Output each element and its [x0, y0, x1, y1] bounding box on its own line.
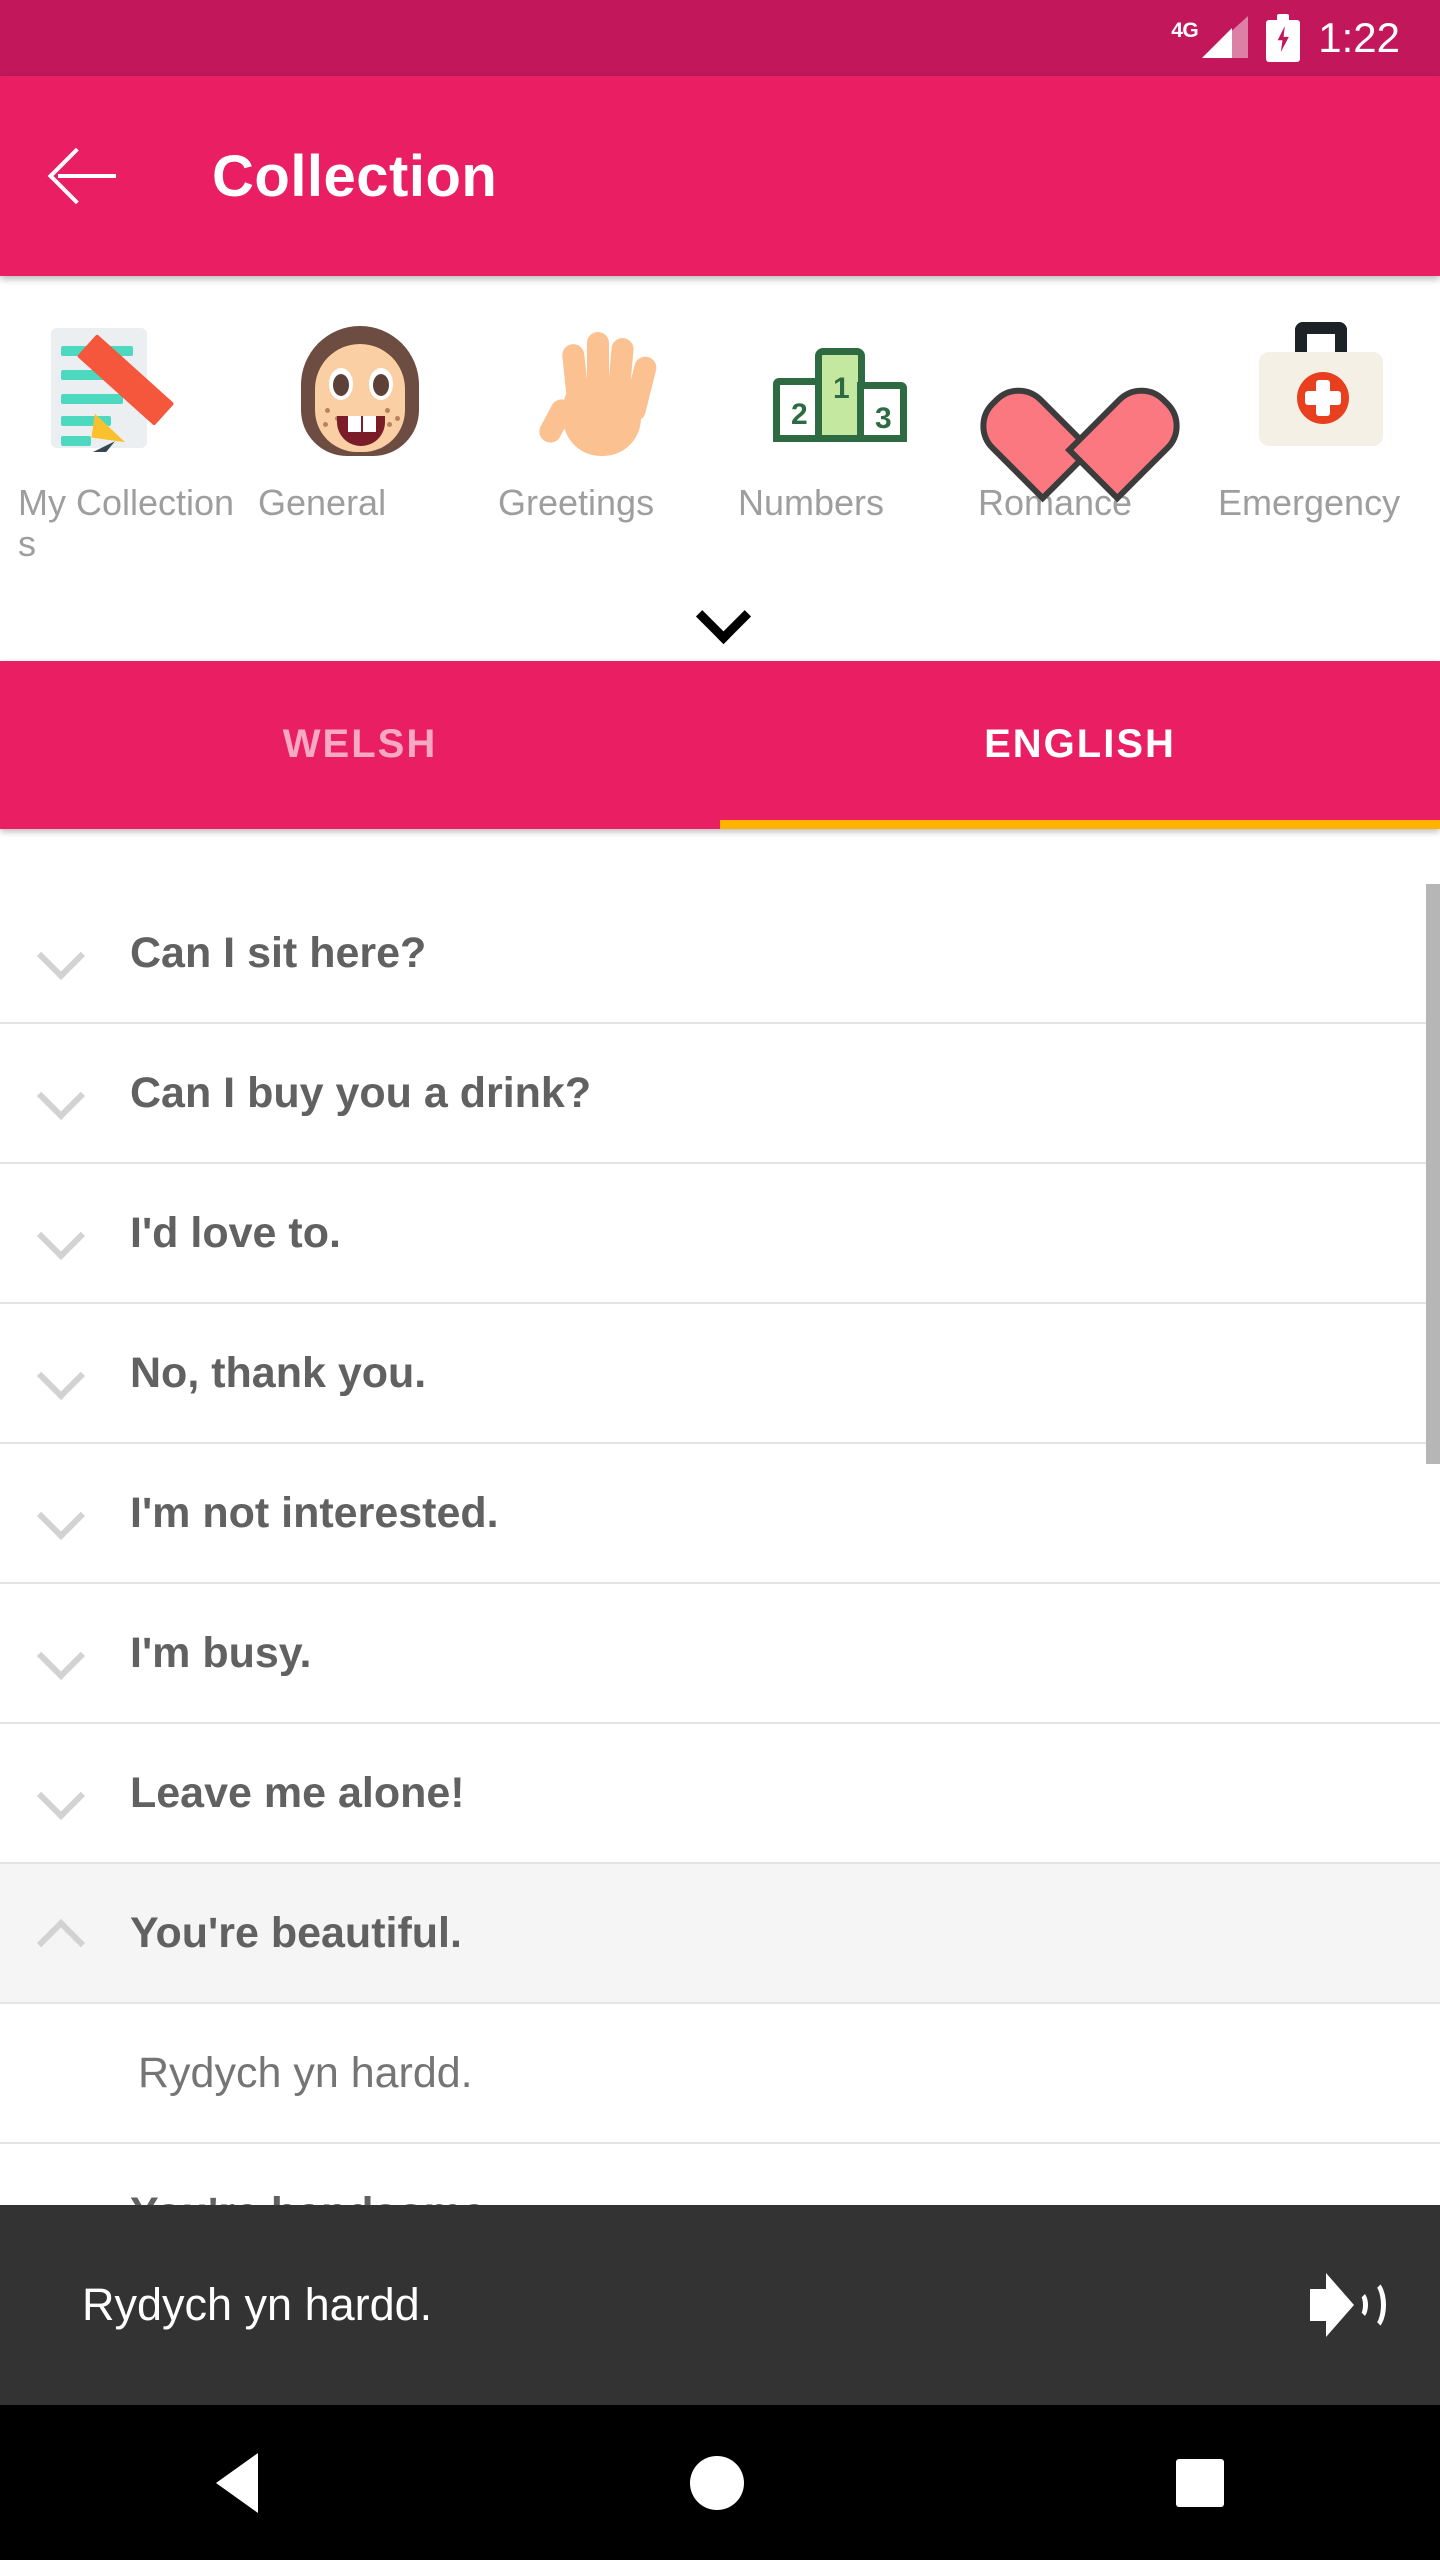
list-item[interactable]: I'm not interested. — [0, 1444, 1440, 1584]
tab-label: WELSH — [282, 722, 438, 767]
phrase-text: You're beautiful. — [130, 1908, 462, 1957]
category-strip: My Collections General Greetings 2 1 3 N… — [0, 276, 1440, 661]
app-bar: Collection — [0, 76, 1440, 276]
chevron-down-icon[interactable] — [38, 1070, 84, 1116]
category-label: My Collections — [18, 482, 235, 565]
nav-home-icon[interactable] — [690, 2455, 744, 2510]
tab-welsh[interactable]: WELSH — [0, 661, 720, 829]
list-item[interactable]: Leave me alone! — [0, 1724, 1440, 1864]
list-scrollbar[interactable] — [1426, 884, 1440, 1464]
chevron-down-icon[interactable] — [38, 930, 84, 976]
chevron-down-icon[interactable] — [38, 1490, 84, 1536]
list-item[interactable]: Can I sit here? — [0, 884, 1440, 1024]
page-title: Collection — [212, 143, 498, 209]
battery-charging-icon — [1266, 14, 1301, 62]
category-label: Romance — [978, 482, 1133, 523]
heart-icon — [1005, 316, 1155, 466]
list-item[interactable]: You're handsome. — [0, 2144, 1440, 2206]
tab-label: ENGLISH — [984, 722, 1176, 767]
phrase-text: You're handsome. — [130, 2189, 498, 2206]
category-label: Numbers — [738, 482, 885, 523]
tab-indicator — [720, 819, 1440, 829]
android-navigation-bar — [0, 2405, 1440, 2560]
girl-face-icon — [285, 316, 435, 466]
chevron-down-icon[interactable] — [38, 1350, 84, 1396]
nav-recents-icon[interactable] — [1176, 2458, 1224, 2507]
clock-label: 1:22 — [1318, 14, 1400, 61]
phrase-text: Leave me alone! — [130, 1768, 465, 1817]
chevron-down-icon[interactable] — [38, 1630, 84, 1676]
phrase-text: I'm busy. — [130, 1628, 312, 1677]
network-type-label: 4G — [1171, 19, 1199, 42]
phrase-text: Can I buy you a drink? — [130, 1068, 592, 1117]
list-item-expanded[interactable]: You're beautiful. — [0, 1864, 1440, 2004]
volume-up-icon[interactable] — [1308, 2267, 1386, 2343]
signal-bars-icon — [1202, 16, 1249, 58]
expand-categories-row — [0, 565, 1440, 661]
memo-pencil-icon — [45, 316, 195, 466]
chevron-down-icon[interactable] — [38, 2190, 84, 2205]
category-romance[interactable]: Romance — [960, 316, 1200, 565]
signal-indicator: 4G — [1171, 16, 1249, 60]
phrase-text: I'm not interested. — [130, 1488, 499, 1537]
language-tab-bar: WELSH ENGLISH — [0, 660, 1440, 829]
category-label: Greetings — [498, 482, 655, 523]
list-item[interactable]: Can I buy you a drink? — [0, 1024, 1440, 1164]
tab-english[interactable]: ENGLISH — [720, 661, 1440, 829]
category-row: My Collections General Greetings 2 1 3 N… — [0, 316, 1440, 565]
raised-hand-icon — [525, 316, 675, 466]
category-numbers[interactable]: 2 1 3 Numbers — [720, 316, 960, 565]
chevron-up-icon[interactable] — [38, 1910, 84, 1956]
phrase-text: No, thank you. — [130, 1348, 427, 1397]
list-item[interactable]: No, thank you. — [0, 1304, 1440, 1444]
chevron-down-icon[interactable] — [696, 589, 744, 637]
list-item[interactable]: I'm busy. — [0, 1584, 1440, 1724]
chevron-down-icon[interactable] — [38, 1210, 84, 1256]
nav-back-icon[interactable] — [216, 2452, 258, 2513]
phrase-text: I'd love to. — [130, 1208, 341, 1257]
phrase-text: Can I sit here? — [130, 928, 427, 977]
status-bar: 4G 1:22 — [0, 0, 1440, 76]
category-general[interactable]: General — [240, 316, 480, 565]
translation-row[interactable]: Rydych yn hardd. — [0, 2004, 1440, 2144]
phrase-list[interactable]: Can I sit here? Can I buy you a drink? I… — [0, 884, 1440, 2205]
podium-icon: 2 1 3 — [765, 316, 915, 466]
list-item[interactable]: I'd love to. — [0, 1164, 1440, 1304]
category-my-collections[interactable]: My Collections — [0, 316, 240, 565]
chevron-down-icon[interactable] — [38, 1770, 84, 1816]
player-phrase-text: Rydych yn hardd. — [82, 2279, 433, 2330]
back-arrow-icon[interactable] — [47, 140, 124, 212]
category-emergency[interactable]: Emergency — [1200, 316, 1440, 565]
audio-player-bar: Rydych yn hardd. — [0, 2205, 1440, 2405]
category-greetings[interactable]: Greetings — [480, 316, 720, 565]
translation-text: Rydych yn hardd. — [138, 2048, 473, 2097]
category-label: Emergency — [1218, 482, 1401, 523]
first-aid-kit-icon — [1245, 316, 1395, 466]
category-label: General — [258, 482, 387, 523]
